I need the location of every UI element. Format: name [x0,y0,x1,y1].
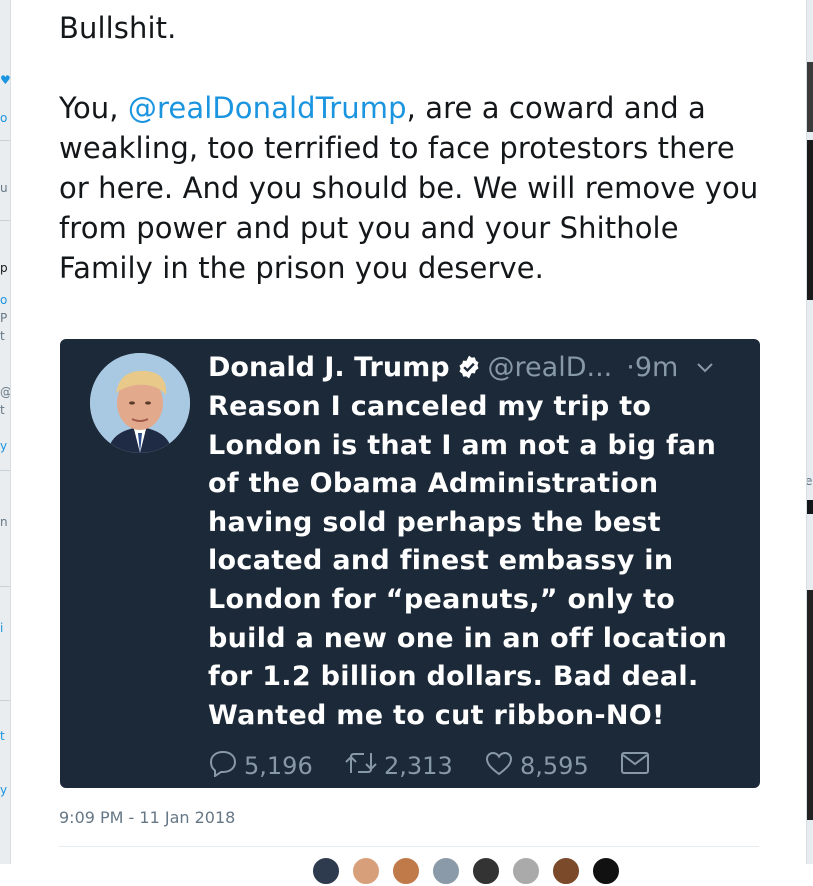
bg-divider [0,220,10,221]
like-button[interactable]: 8,595 [484,749,620,783]
avatar[interactable] [391,856,421,886]
heart-icon [484,749,520,783]
like-count: 8,595 [520,752,589,780]
bg-fragment: t [0,329,5,343]
avatar[interactable] [551,856,581,886]
avatar[interactable] [351,856,381,886]
avatar[interactable] [431,856,461,886]
bg-fragment: t [0,403,5,417]
tweet-timestamp[interactable]: 9:09 PM - 11 Jan 2018 [59,808,235,827]
background-left-edge: ♥ o u p o P t @ t y n i t y [0,0,12,864]
bg-fragment: y [0,783,8,797]
avatar[interactable] [591,856,621,886]
bg-fragment: n [0,515,8,529]
quoted-tweet-text: Reason I canceled my trip to London is t… [208,391,728,731]
bg-fragment: P [0,311,8,325]
bg-fragment: u [0,181,8,195]
tweet-actions: 5,196 2,313 8,595 [208,750,656,782]
direct-message-button[interactable] [620,750,656,782]
tweet-modal: Bullshit. You, @realDonaldTrump, are a c… [10,0,807,886]
bg-divider [0,700,10,701]
tweet-text-line1: Bullshit. [59,11,177,45]
quoted-tweet-header: Donald J. Trump @realD... ·9m [208,347,748,387]
retweet-button[interactable]: 2,313 [344,749,484,783]
bg-fragment: y [0,439,8,453]
quoted-tweet-card[interactable]: Donald J. Trump @realD... ·9m Reason I c… [60,339,760,788]
divider [59,846,759,847]
avatar[interactable] [311,856,341,886]
bg-fragment: p [0,261,8,275]
retweet-count: 2,313 [384,752,453,780]
mention-link[interactable]: @realDonaldTrump [128,91,407,125]
chevron-down-icon[interactable] [694,356,716,378]
tweet-text-prefix: You, [59,91,128,125]
author-name[interactable]: Donald J. Trump [208,352,450,383]
avatar[interactable] [90,353,190,453]
tweet-age[interactable]: ·9m [626,352,678,383]
author-handle[interactable]: @realD... [488,352,613,383]
bg-divider [0,586,10,587]
envelope-icon [620,750,656,782]
bg-divider [0,470,10,471]
avatar[interactable] [471,856,501,886]
retweet-icon [344,749,384,783]
reply-count: 5,196 [244,752,313,780]
tweet-text: Bullshit. You, @realDonaldTrump, are a c… [59,8,759,288]
reply-icon [208,749,244,783]
avatar[interactable] [511,856,541,886]
bg-fragment: o [0,293,8,307]
liker-avatars [311,856,631,886]
bg-fragment: i [0,621,4,635]
verified-badge-icon [456,354,482,380]
bg-fragment: t [0,729,5,743]
tweet-text-body: You, @realDonaldTrump, are a coward and … [59,88,759,288]
reply-button[interactable]: 5,196 [208,749,344,783]
bg-divider [0,140,10,141]
bg-fragment: o [0,111,8,125]
